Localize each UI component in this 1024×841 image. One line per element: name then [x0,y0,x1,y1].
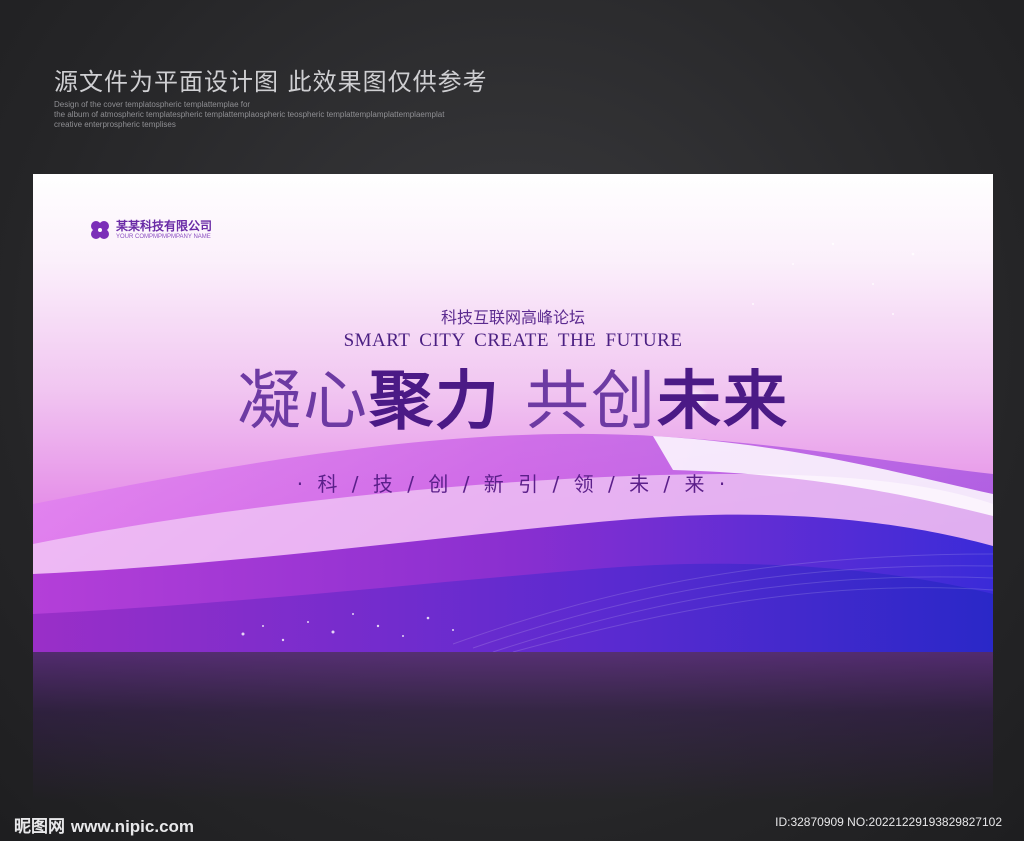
company-logo: 某某科技有限公司 YOUR COMPMPMPMPANY NAME [88,218,212,242]
main-title-part2-bold: 未来 [657,365,789,439]
slogan: · 科 / 技 / 创 / 新 引 / 领 / 未 / 来 · [296,472,730,496]
forum-title: 科技互联网高峰论坛 [440,308,585,327]
footer-brand: 昵图网 www.nipic.com [14,812,194,837]
main-title-part1-light: 凝心 [237,365,369,439]
banner-board: 某某科技有限公司 YOUR COMPMPMPMPANY NAME 科技互联网高峰… [33,174,993,652]
header-desc-line: Design of the cover templatospheric temp… [54,100,251,109]
main-title-part2-light: 共创 [525,365,657,439]
footer-brand-name: 昵图网 [14,817,65,837]
header-desc-line: creative enterprospheric templises [54,120,176,129]
company-name: 某某科技有限公司 [116,219,213,233]
company-subtitle: YOUR COMPMPMPMPANY NAME [116,234,211,240]
board-reflection [33,652,993,802]
header-description: Design of the cover templatospheric temp… [54,100,574,130]
footer-url: www.nipic.com [70,817,195,836]
header-title: 源文件为平面设计图 此效果图仅供参考 [54,68,488,96]
main-title: 凝心聚力 共创未来 [33,362,993,442]
english-title: SMART CITY CREATE THE FUTURE [343,330,683,351]
main-title-part1-bold: 聚力 [369,365,501,439]
footer-id: ID:32870909 NO:20221229193829827102 [775,815,1002,829]
header-desc-line: the album of atmospheric templatespheric… [54,110,445,119]
four-leaf-clover-icon [91,221,109,239]
